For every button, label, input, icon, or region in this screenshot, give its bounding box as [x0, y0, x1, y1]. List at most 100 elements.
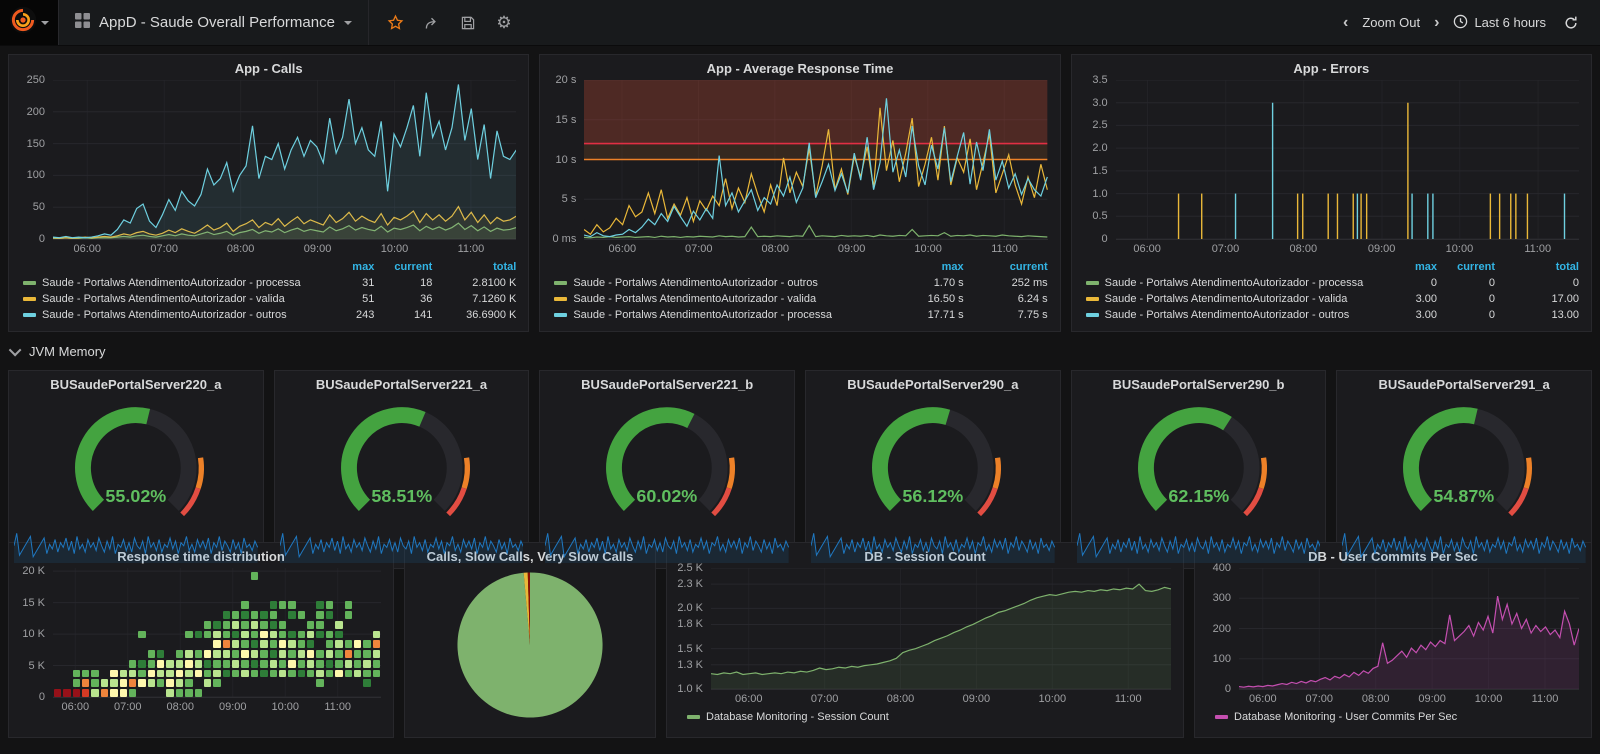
- db-user-commits-legend: Database Monitoring - User Commits Per S…: [1195, 707, 1591, 737]
- heatmap-cell: [185, 630, 193, 639]
- legend-row[interactable]: Saude - Portalws AtendimentoAutorizador …: [1085, 307, 1579, 323]
- legend-row[interactable]: Saude - Portalws AtendimentoAutorizador …: [23, 275, 516, 291]
- legend-row[interactable]: Saude - Portalws AtendimentoAutorizador …: [23, 307, 516, 323]
- legend-row[interactable]: Saude - Portalws AtendimentoAutorizador …: [554, 275, 1048, 291]
- heatmap-cell: [363, 679, 371, 688]
- time-shift-right-button[interactable]: ›: [1432, 14, 1441, 32]
- heatmap-cell: [166, 659, 174, 668]
- star-button[interactable]: [383, 10, 409, 36]
- heatmap-cell: [82, 679, 90, 688]
- legend-row[interactable]: Database Monitoring - User Commits Per S…: [1209, 709, 1579, 729]
- heatmap-cell: [82, 669, 90, 678]
- top-nav: AppD - Saude Overall Performance ⚙ ‹ Zoo…: [0, 0, 1600, 46]
- heatmap-cell: [335, 650, 343, 658]
- time-shift-left-button[interactable]: ‹: [1341, 14, 1350, 32]
- jvm-memory-gauge: 55.02%: [9, 394, 263, 529]
- share-button[interactable]: [419, 10, 445, 36]
- legend-value: 17.00: [1551, 293, 1579, 305]
- y-axis-label: 0: [38, 691, 45, 703]
- app-errors-legend: max current total Saude - Portalws Atendime…: [1072, 257, 1591, 331]
- heatmap-cell: [325, 659, 334, 668]
- heatmap-cell: [213, 620, 221, 629]
- heatmap-cell: [344, 611, 352, 619]
- heatmap-cell: [344, 659, 352, 668]
- y-axis-label: 100: [1212, 652, 1231, 665]
- heatmap-cell: [307, 650, 315, 658]
- gauge-panel-title[interactable]: BUSaudePortalServer290_b: [1072, 371, 1326, 394]
- plot-area: 2.5 K 2.3 K 2.0 K 1.8 K 1.5 K 1.3 K 1.0 K: [677, 562, 1171, 695]
- heatmap-cell: [344, 650, 352, 658]
- gauge-panel-title[interactable]: BUSaudePortalServer220_a: [9, 371, 263, 394]
- legend-row[interactable]: Saude - Portalws AtendimentoAutorizador …: [23, 291, 516, 307]
- x-axis: 06:00 07:00 08:00 09:00 10:00 11:00: [1116, 240, 1579, 257]
- sparkline-svg: [545, 529, 789, 564]
- heatmap-cell: [157, 679, 165, 688]
- save-button[interactable]: [455, 10, 481, 36]
- gauge-panel-title[interactable]: BUSaudePortalServer290_a: [806, 371, 1060, 394]
- heatmap-cell: [250, 659, 259, 668]
- legend-row[interactable]: Saude - Portalws AtendimentoAutorizador …: [1085, 275, 1579, 291]
- heatmap-cell: [353, 640, 362, 649]
- gauge-panel-title[interactable]: BUSaudePortalServer221_b: [540, 371, 794, 394]
- y-axis-label: 1.0: [1092, 187, 1108, 200]
- section-jvm-memory[interactable]: JVM Memory: [8, 340, 1592, 362]
- legend-row[interactable]: Saude - Portalws AtendimentoAutorizador …: [554, 307, 1048, 323]
- jvm-memory-gauge: 62.15%: [1072, 394, 1326, 529]
- heatmap-cell: [232, 669, 240, 678]
- jvm-memory-gauge: 54.87%: [1337, 394, 1591, 529]
- panel-title-app-errors[interactable]: App - Errors: [1072, 55, 1591, 78]
- panel-title-app-response-time[interactable]: App - Average Response Time: [540, 55, 1059, 78]
- heatmap-cell: [138, 659, 146, 668]
- zoom-out-button[interactable]: Zoom Out: [1362, 15, 1420, 30]
- heatmap-cell: [222, 620, 231, 629]
- heatmap-cell: [288, 601, 296, 610]
- x-axis-label: 10:00: [380, 243, 409, 255]
- panel-gauge-busaudeportalserver221-b: BUSaudePortalServer221_b 60.02%: [539, 370, 795, 570]
- legend-value: 0: [1488, 293, 1495, 305]
- panel-app-calls: App - Calls 250 200 150 100 50 0 06:00 07:00 08:…: [8, 54, 530, 332]
- legend-value: 51: [362, 293, 375, 305]
- heatmap-cell: [325, 611, 334, 619]
- legend-header-row: max current total: [23, 259, 516, 275]
- heatmap-cell: [203, 650, 212, 658]
- heatmap-cell: [260, 640, 268, 649]
- grafana-logo-icon: [9, 6, 37, 39]
- panel-title-app-calls[interactable]: App - Calls: [9, 55, 528, 78]
- db-session-count-chart: 2.5 K 2.3 K 2.0 K 1.8 K 1.5 K 1.3 K 1.0 K 06:00…: [667, 562, 1183, 707]
- heatmap-cell: [157, 659, 165, 668]
- chevron-down-icon: [41, 20, 49, 25]
- heatmap-cell: [297, 611, 306, 619]
- y-axis-label: 0: [1101, 233, 1108, 245]
- heatmap-cell: [325, 650, 334, 658]
- grafana-logo[interactable]: [0, 0, 59, 45]
- heatmap-cell: [175, 679, 184, 688]
- gauge-panel-title[interactable]: BUSaudePortalServer291_a: [1337, 371, 1591, 394]
- heatmap-cell: [288, 650, 296, 658]
- legend-row[interactable]: Database Monitoring - Session Count: [681, 709, 1171, 729]
- x-axis: 06:00 07:00 08:00 09:00 10:00 11:00: [53, 698, 381, 715]
- legend-row[interactable]: Saude - Portalws AtendimentoAutorizador …: [1085, 291, 1579, 307]
- heatmap-cell: [147, 669, 156, 678]
- dashboard-picker[interactable]: AppD - Saude Overall Performance: [59, 0, 369, 45]
- heatmap-cell: [250, 611, 259, 619]
- svg-text:58.51%: 58.51%: [371, 486, 432, 506]
- time-range-picker[interactable]: Last 6 hours: [1453, 14, 1546, 32]
- legend-value: 3.00: [1415, 293, 1437, 305]
- heatmap-cell: [307, 630, 315, 639]
- refresh-button[interactable]: [1558, 10, 1584, 36]
- x-axis: 06:00 07:00 08:00 09:00 10:00 11:00: [53, 240, 516, 257]
- y-axis-label: 2.5 K: [677, 562, 703, 574]
- gauge-panel-title[interactable]: BUSaudePortalServer221_a: [275, 371, 529, 394]
- heatmap-cell: [138, 669, 146, 678]
- heatmap-cell: [307, 659, 315, 668]
- settings-gear-button[interactable]: ⚙: [491, 10, 517, 36]
- sparkline-svg: [279, 529, 524, 564]
- y-axis-label: 3.0: [1092, 96, 1108, 109]
- legend-row[interactable]: Saude - Portalws AtendimentoAutorizador …: [554, 291, 1048, 307]
- heatmap-cell: [166, 669, 174, 678]
- panel-response-time-distribution: Response time distribution 20 K15 K10 K5…: [8, 542, 394, 738]
- heatmap-cell: [241, 669, 249, 678]
- row-jvm-gauges: BUSaudePortalServer220_a 55.02% BUSaudeP…: [8, 370, 1592, 570]
- heatmap-cell: [194, 659, 202, 668]
- y-axis-label: 100: [26, 169, 45, 182]
